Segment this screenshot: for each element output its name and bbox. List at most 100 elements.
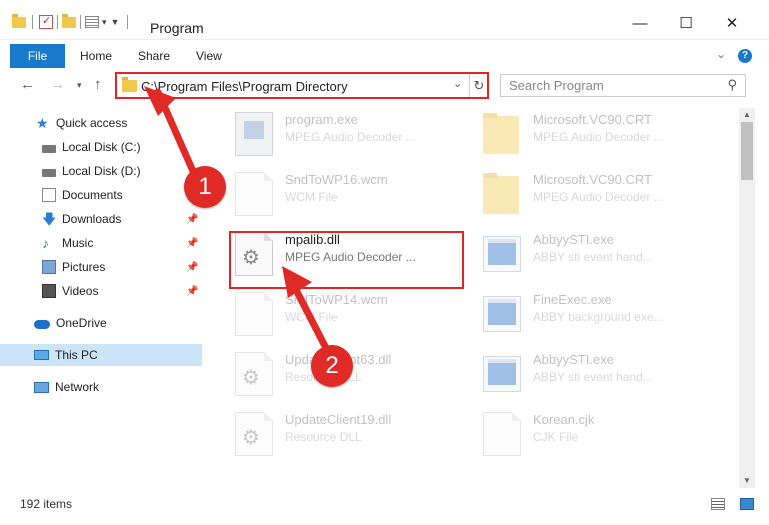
file-description: WCM File <box>285 310 338 324</box>
search-input[interactable] <box>501 75 711 96</box>
sidebar-item-label: Videos <box>62 284 99 298</box>
properties-icon[interactable] <box>39 14 53 29</box>
details-view-icon[interactable] <box>711 498 725 510</box>
file-item[interactable]: Korean.cjk CJK File <box>473 408 723 458</box>
sidebar-item-label: This PC <box>55 348 98 362</box>
sidebar-item-pictures[interactable]: Pictures 📌 <box>0 256 202 278</box>
up-arrow-icon[interactable]: ↑ <box>94 76 102 93</box>
dll-gear-icon <box>235 352 273 396</box>
file-description: WCM File <box>285 190 338 204</box>
search-icon[interactable]: ⚲ <box>727 77 737 93</box>
tab-file[interactable]: File <box>10 44 65 68</box>
close-button[interactable]: ✕ <box>722 16 742 31</box>
file-item[interactable]: UpdateClient19.dll Resource DLL <box>225 408 475 458</box>
network-icon <box>34 381 49 393</box>
computer-icon <box>34 350 49 360</box>
title-bar: ▾ ▼ Program — ☐ ✕ <box>0 0 769 40</box>
status-bar: 192 items <box>0 490 769 518</box>
cloud-icon <box>34 320 50 329</box>
file-name: SndToWP16.wcm <box>285 172 388 187</box>
forward-arrow-icon[interactable]: → <box>50 76 65 93</box>
sidebar-item-quick-access[interactable]: ★ Quick access <box>0 112 202 134</box>
new-folder-icon[interactable] <box>62 13 76 28</box>
sidebar-item-network[interactable]: Network <box>0 376 202 398</box>
file-description: MPEG Audio Decoder ... <box>533 130 664 144</box>
exe-window-icon <box>483 296 521 332</box>
pin-icon[interactable]: 📌 <box>186 238 198 249</box>
file-name: UpdateClient19.dll <box>285 412 392 427</box>
scroll-up-icon[interactable]: ▲ <box>739 108 755 122</box>
sidebar-item-local-disk-c[interactable]: Local Disk (C:) <box>0 136 202 158</box>
sidebar-item-downloads[interactable]: 🡇 Downloads 📌 <box>0 208 202 230</box>
sidebar-item-onedrive[interactable]: OneDrive <box>0 312 202 334</box>
file-description: Resource DLL <box>285 430 362 444</box>
file-name: Microsoft.VC90.CRT <box>533 112 652 127</box>
sidebar-item-local-disk-d[interactable]: Local Disk (D:) <box>0 160 202 182</box>
sidebar-item-label: Downloads <box>62 212 122 226</box>
pin-icon[interactable]: 📌 <box>186 286 198 297</box>
tab-share[interactable]: Share <box>138 49 170 63</box>
chevron-down-icon[interactable]: ▾ <box>102 17 107 28</box>
file-item[interactable]: AbbyySTI.exe ABBY sti event hand... <box>473 348 723 398</box>
recent-locations-icon[interactable]: ▾ <box>77 80 82 91</box>
file-item[interactable]: SndToWP16.wcm WCM File <box>225 168 475 218</box>
search-box[interactable]: ⚲ <box>500 74 746 97</box>
exe-window-icon <box>483 236 521 272</box>
dll-gear-icon <box>235 412 273 456</box>
scroll-down-icon[interactable]: ▼ <box>739 474 755 488</box>
sidebar-item-label: Documents <box>62 188 123 202</box>
file-icon <box>235 172 273 216</box>
sidebar-item-label: Network <box>55 380 100 394</box>
sidebar-item-videos[interactable]: Videos 📌 <box>0 280 202 302</box>
pin-icon[interactable]: 📌 <box>186 214 198 225</box>
maximize-button[interactable]: ☐ <box>676 16 696 31</box>
customize-toolbar-icon[interactable]: ▼ <box>111 17 120 27</box>
vertical-scrollbar[interactable]: ▲ ▼ <box>739 108 755 488</box>
quick-access-toolbar: ▾ ▼ <box>12 12 134 32</box>
refresh-icon[interactable]: ↻ <box>469 74 488 97</box>
sidebar-item-music[interactable]: ♪ Music 📌 <box>0 232 202 254</box>
file-item[interactable]: Microsoft.VC90.CRT MPEG Audio Decoder ..… <box>473 168 723 218</box>
folder-icon[interactable] <box>12 13 26 28</box>
file-description: ABBY sti event hand... <box>533 250 653 264</box>
item-count: 192 items <box>20 497 73 511</box>
large-icons-view-icon[interactable] <box>740 498 754 510</box>
tab-home[interactable]: Home <box>80 49 112 63</box>
file-item[interactable]: SndToWP14.wcm WCM File <box>225 288 475 338</box>
tab-view[interactable]: View <box>196 49 222 63</box>
sidebar-item-label: Music <box>62 236 94 250</box>
sidebar-item-label: Local Disk (D:) <box>62 164 141 178</box>
file-item[interactable]: Microsoft.VC90.CRT MPEG Audio Decoder ..… <box>473 108 723 158</box>
minimize-button[interactable]: — <box>630 16 650 31</box>
toolbar-separator <box>57 15 58 29</box>
videos-icon <box>42 284 56 298</box>
sidebar-item-label: Local Disk (C:) <box>62 140 141 154</box>
address-path[interactable]: C:\Program Files\Program Directory <box>141 79 348 94</box>
star-icon: ★ <box>36 115 49 131</box>
address-bar[interactable]: C:\Program Files\Program Directory ⌄ ↻ <box>115 72 489 99</box>
file-description: MPEG Audio Decoder ... <box>533 190 664 204</box>
file-description: CJK File <box>533 430 579 444</box>
view-icon[interactable] <box>85 16 99 28</box>
pictures-icon <box>42 260 56 274</box>
scrollbar-thumb[interactable] <box>741 122 753 180</box>
expand-ribbon-icon[interactable]: ⌄ <box>716 47 726 61</box>
file-item[interactable]: FineExec.exe ABBY background exe... <box>473 288 723 338</box>
sidebar-item-label: Pictures <box>62 260 106 274</box>
file-item[interactable]: program.exe MPEG Audio Decoder ... <box>225 108 475 158</box>
drive-icon <box>42 169 56 177</box>
pin-icon[interactable]: 📌 <box>186 262 198 273</box>
file-list: program.exe MPEG Audio Decoder ... Micro… <box>215 108 739 488</box>
file-name: FineExec.exe <box>533 292 612 307</box>
help-icon[interactable]: ? <box>738 49 752 63</box>
file-item[interactable]: AbbyySTI.exe ABBY sti event hand... <box>473 228 723 278</box>
drive-icon <box>42 145 56 153</box>
file-name: program.exe <box>285 112 358 127</box>
download-icon: 🡇 <box>42 211 57 227</box>
chevron-down-icon[interactable]: ⌄ <box>453 77 462 90</box>
sidebar-item-documents[interactable]: Documents 📌 <box>0 184 202 206</box>
callout-step-2: 2 <box>311 345 353 387</box>
sidebar-item-this-pc[interactable]: This PC <box>0 344 202 366</box>
back-arrow-icon[interactable]: ← <box>20 76 35 93</box>
sidebar-item-label: OneDrive <box>56 316 107 330</box>
